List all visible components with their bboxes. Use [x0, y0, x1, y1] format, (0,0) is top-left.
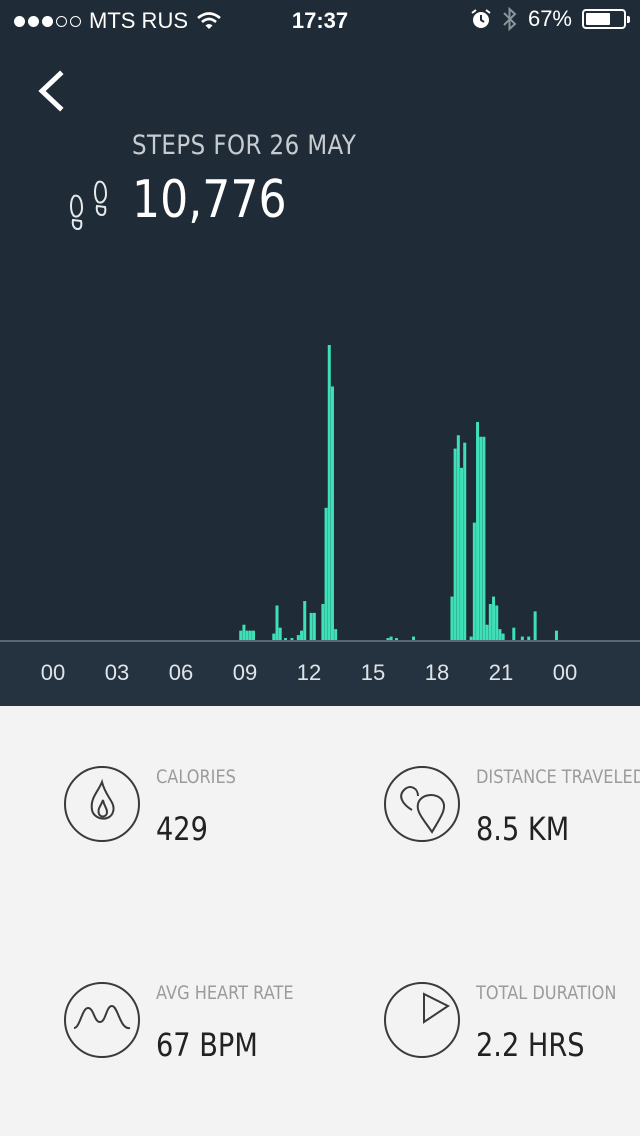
x-tick-label: 00: [552, 660, 578, 685]
chart-bar: [303, 601, 307, 641]
x-tick-label: 12: [296, 660, 322, 685]
chart-bar: [242, 624, 246, 641]
chart-bar: [476, 421, 480, 641]
stat-icon-circle: [64, 982, 140, 1058]
stat-value: 67 BPM: [156, 1026, 258, 1064]
footprints-icon: [70, 180, 108, 231]
heart-wave-icon: [73, 1004, 131, 1029]
stat-value: 429: [156, 810, 208, 848]
clock-pie-icon: [423, 992, 450, 1024]
alarm-icon: [471, 9, 491, 28]
chart-bar: [460, 467, 464, 641]
battery-icon: [582, 9, 630, 29]
flame-icon: [90, 778, 115, 820]
page-title: STEPS FOR 26 MAY: [132, 130, 357, 161]
chart-bar: [488, 604, 492, 641]
x-tick-label: 18: [424, 660, 450, 685]
chart-bar: [456, 435, 460, 641]
bluetooth-icon: [503, 6, 517, 32]
chart-bar: [495, 605, 499, 641]
chart-bar: [324, 507, 328, 641]
x-tick-label: 09: [232, 660, 258, 685]
chart-bar: [482, 436, 486, 641]
x-tick-label: 00: [40, 660, 66, 685]
stat-value: 2.2 HRS: [476, 1026, 585, 1064]
stat-label: CALORIES: [156, 766, 236, 788]
chart-bar: [472, 522, 476, 641]
chart-bar: [492, 596, 496, 641]
status-bar: MTS RUS 17:37 67%: [0, 0, 640, 40]
chart-bar: [278, 627, 282, 641]
chart-bar: [533, 611, 537, 641]
chart-bar: [512, 627, 516, 641]
stat-label: DISTANCE TRAVELED: [476, 766, 640, 788]
chart-bar: [485, 624, 489, 641]
chart-bar: [330, 386, 334, 641]
back-button[interactable]: [30, 66, 74, 116]
x-tick-label: 06: [168, 660, 194, 685]
chart-bar: [450, 596, 454, 641]
stat-icon-circle: [384, 982, 460, 1058]
chart-bar: [275, 605, 279, 641]
chart-bar: [453, 448, 457, 641]
x-tick-label: 15: [360, 660, 386, 685]
battery-percent: 67%: [527, 6, 572, 31]
chart-bar: [327, 345, 331, 641]
chart-bar: [312, 612, 316, 641]
chevron-left-icon: [38, 70, 64, 112]
stat-value: 8.5 KM: [476, 810, 570, 848]
stat-label: AVG HEART RATE: [156, 982, 294, 1004]
chart-bar: [463, 442, 467, 641]
summary-panel: MTS RUS 17:37 67% STEPS FOR 26 MAY 10,77…: [0, 0, 640, 706]
stat-icon-circle: [64, 766, 140, 842]
steps-bar-chart: [239, 345, 558, 641]
x-tick-label: 21: [488, 660, 514, 685]
stat-icon-circle: [384, 766, 460, 842]
x-tick-label: 03: [104, 660, 130, 685]
map-pins-icon: [400, 786, 446, 834]
chart-bar: [309, 612, 313, 641]
chart-bar: [479, 436, 483, 641]
step-count: 10,776: [132, 170, 287, 230]
chart-bar: [321, 604, 325, 641]
stat-label: TOTAL DURATION: [476, 982, 617, 1004]
